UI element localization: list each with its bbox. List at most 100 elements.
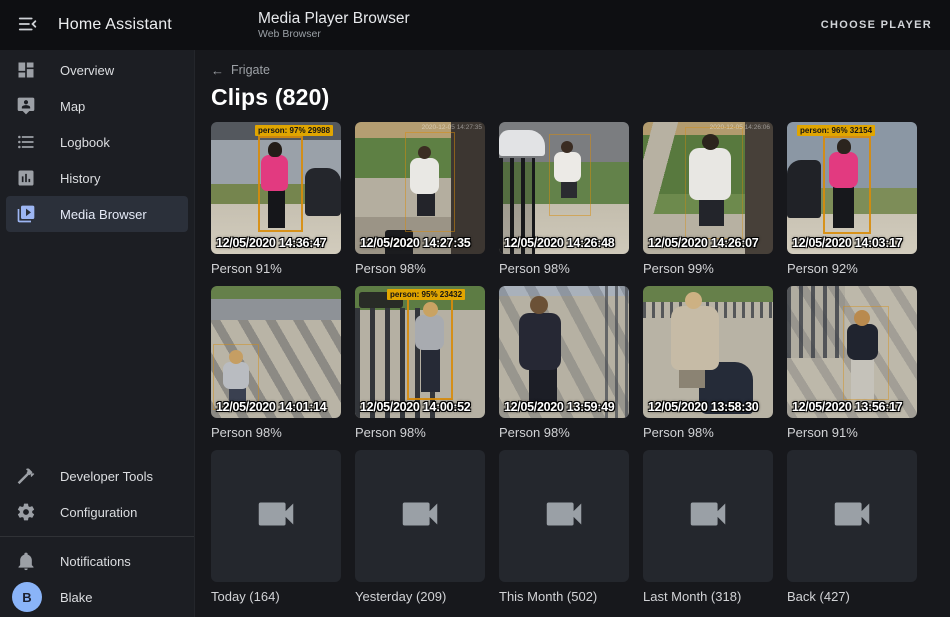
clip-timestamp-overlay: 12/05/2020 13:58:30 <box>648 400 758 414</box>
scene-prop <box>787 160 821 218</box>
sidebar-item-notifications[interactable]: Notifications <box>6 543 188 579</box>
clip-timestamp-overlay: 12/05/2020 14:00:52 <box>360 400 470 414</box>
clip-card[interactable]: 12/05/2020 13:56:17 Person 91% <box>787 286 917 440</box>
clip-card[interactable]: 2020-12-05 14:26:06 12/05/2020 14:26:07 … <box>643 122 773 276</box>
folder-label: Today (164) <box>211 589 341 604</box>
sidebar-item-label: History <box>60 171 100 186</box>
folder-card[interactable]: Today (164) <box>211 450 341 604</box>
detection-label: person: 97% 29988 <box>255 125 333 136</box>
breadcrumb-back[interactable]: ← Frigate <box>211 62 934 78</box>
sidebar-item-label: Logbook <box>60 135 110 150</box>
clips-grid: person: 97% 29988 12/05/2020 14:36:47 Pe… <box>211 122 934 604</box>
folder-card[interactable]: This Month (502) <box>499 450 629 604</box>
sidebar-item-label: Overview <box>60 63 114 78</box>
clip-thumbnail[interactable]: 2020-12-05 14:27:35 12/05/2020 14:27:35 <box>355 122 485 254</box>
devtools-icon <box>16 466 36 486</box>
clip-card[interactable]: 12/05/2020 13:58:30 Person 98% <box>643 286 773 440</box>
folder-label: Back (427) <box>787 589 917 604</box>
content: ← Frigate Clips (820) person: 97% 29988 … <box>195 50 950 617</box>
menu-icon <box>17 13 39 38</box>
clip-thumbnail[interactable]: person: 97% 29988 12/05/2020 14:36:47 <box>211 122 341 254</box>
clip-timestamp-overlay: 12/05/2020 14:27:35 <box>360 236 470 250</box>
clip-card[interactable]: 12/05/2020 14:01:14 Person 98% <box>211 286 341 440</box>
clip-caption: Person 98% <box>643 425 773 440</box>
breadcrumb-label: Frigate <box>231 63 270 77</box>
sidebar-item-history[interactable]: History <box>6 160 188 196</box>
person-body <box>519 313 561 370</box>
clip-thumbnail[interactable]: 12/05/2020 14:26:48 <box>499 122 629 254</box>
app-title: Home Assistant <box>58 16 172 34</box>
clip-card[interactable]: 12/05/2020 14:26:48 Person 98% <box>499 122 629 276</box>
sidebar-item-configuration[interactable]: Configuration <box>6 494 188 530</box>
clip-card[interactable]: person: 97% 29988 12/05/2020 14:36:47 Pe… <box>211 122 341 276</box>
detection-bounding-box <box>407 298 453 400</box>
detection-bounding-box <box>843 306 889 400</box>
folder-card[interactable]: Last Month (318) <box>643 450 773 604</box>
scene-prop <box>499 130 545 156</box>
clip-caption: Person 98% <box>355 261 485 276</box>
sidebar-divider <box>0 536 194 537</box>
sidebar: Overview Map Logbook History Media Brows… <box>0 50 195 617</box>
media-icon <box>16 204 36 224</box>
avatar: B <box>12 582 42 612</box>
clip-thumbnail[interactable]: 12/05/2020 13:59:49 <box>499 286 629 418</box>
folder-thumbnail[interactable] <box>211 450 341 582</box>
person-head <box>685 292 702 309</box>
sidebar-item-logbook[interactable]: Logbook <box>6 124 188 160</box>
sidebar-item-user[interactable]: B Blake <box>6 579 188 615</box>
page-title: Media Player Browser <box>258 9 410 28</box>
clip-thumbnail[interactable]: person: 95% 23432 12/05/2020 14:00:52 <box>355 286 485 418</box>
clip-caption: Person 99% <box>643 261 773 276</box>
folder-label: Last Month (318) <box>643 589 773 604</box>
folder-thumbnail[interactable] <box>355 450 485 582</box>
clip-caption: Person 91% <box>211 261 341 276</box>
clip-thumbnail[interactable]: 2020-12-05 14:26:06 12/05/2020 14:26:07 <box>643 122 773 254</box>
sidebar-item-developer-tools[interactable]: Developer Tools <box>6 458 188 494</box>
clip-timestamp-overlay: 12/05/2020 13:59:49 <box>504 400 614 414</box>
sidebar-item-media-browser[interactable]: Media Browser <box>6 196 188 232</box>
folder-card[interactable]: Yesterday (209) <box>355 450 485 604</box>
page-subtitle: Web Browser <box>258 28 410 41</box>
folder-thumbnail[interactable] <box>499 450 629 582</box>
detection-bounding-box <box>258 136 303 232</box>
page-title-block: Media Player Browser Web Browser <box>258 9 410 42</box>
clip-timestamp-overlay: 12/05/2020 13:56:17 <box>792 400 902 414</box>
video-camera-icon <box>253 491 299 542</box>
folder-label: This Month (502) <box>499 589 629 604</box>
clip-thumbnail[interactable]: 12/05/2020 13:56:17 <box>787 286 917 418</box>
camera-timestamp: 2020-12-05 14:26:06 <box>710 124 770 131</box>
sidebar-item-label: Notifications <box>60 554 131 569</box>
clip-thumbnail[interactable]: person: 96% 32154 12/05/2020 14:03:17 <box>787 122 917 254</box>
clip-thumbnail[interactable]: 12/05/2020 14:01:14 <box>211 286 341 418</box>
sidebar-item-label: Map <box>60 99 85 114</box>
clip-card[interactable]: person: 96% 32154 12/05/2020 14:03:17 Pe… <box>787 122 917 276</box>
clip-card[interactable]: person: 95% 23432 12/05/2020 14:00:52 Pe… <box>355 286 485 440</box>
sidebar-footer-nav: Developer Tools Configuration <box>0 458 194 530</box>
clip-caption: Person 98% <box>211 425 341 440</box>
page-heading: Clips (820) <box>211 84 934 111</box>
clip-timestamp-overlay: 12/05/2020 14:36:47 <box>216 236 326 250</box>
folder-thumbnail[interactable] <box>643 450 773 582</box>
history-icon <box>16 168 36 188</box>
sidebar-item-map[interactable]: Map <box>6 88 188 124</box>
detection-label: person: 95% 23432 <box>387 289 465 300</box>
detection-bounding-box <box>405 132 455 232</box>
clip-card[interactable]: 2020-12-05 14:27:35 12/05/2020 14:27:35 … <box>355 122 485 276</box>
clip-timestamp-overlay: 12/05/2020 14:03:17 <box>792 236 902 250</box>
sidebar-item-label: Media Browser <box>60 207 147 222</box>
choose-player-button[interactable]: CHOOSE PLAYER <box>821 19 932 31</box>
clip-caption: Person 98% <box>499 425 629 440</box>
sidebar-toggle-button[interactable] <box>14 11 42 39</box>
sidebar-item-overview[interactable]: Overview <box>6 52 188 88</box>
detection-bounding-box <box>549 134 591 216</box>
folder-thumbnail[interactable] <box>787 450 917 582</box>
clip-card[interactable]: 12/05/2020 13:59:49 Person 98% <box>499 286 629 440</box>
sidebar-item-label: Developer Tools <box>60 469 153 484</box>
video-camera-icon <box>829 491 875 542</box>
clip-caption: Person 92% <box>787 261 917 276</box>
clip-caption: Person 98% <box>499 261 629 276</box>
clip-thumbnail[interactable]: 12/05/2020 13:58:30 <box>643 286 773 418</box>
scene-prop <box>787 286 845 358</box>
video-camera-icon <box>541 491 587 542</box>
folder-card[interactable]: Back (427) <box>787 450 917 604</box>
